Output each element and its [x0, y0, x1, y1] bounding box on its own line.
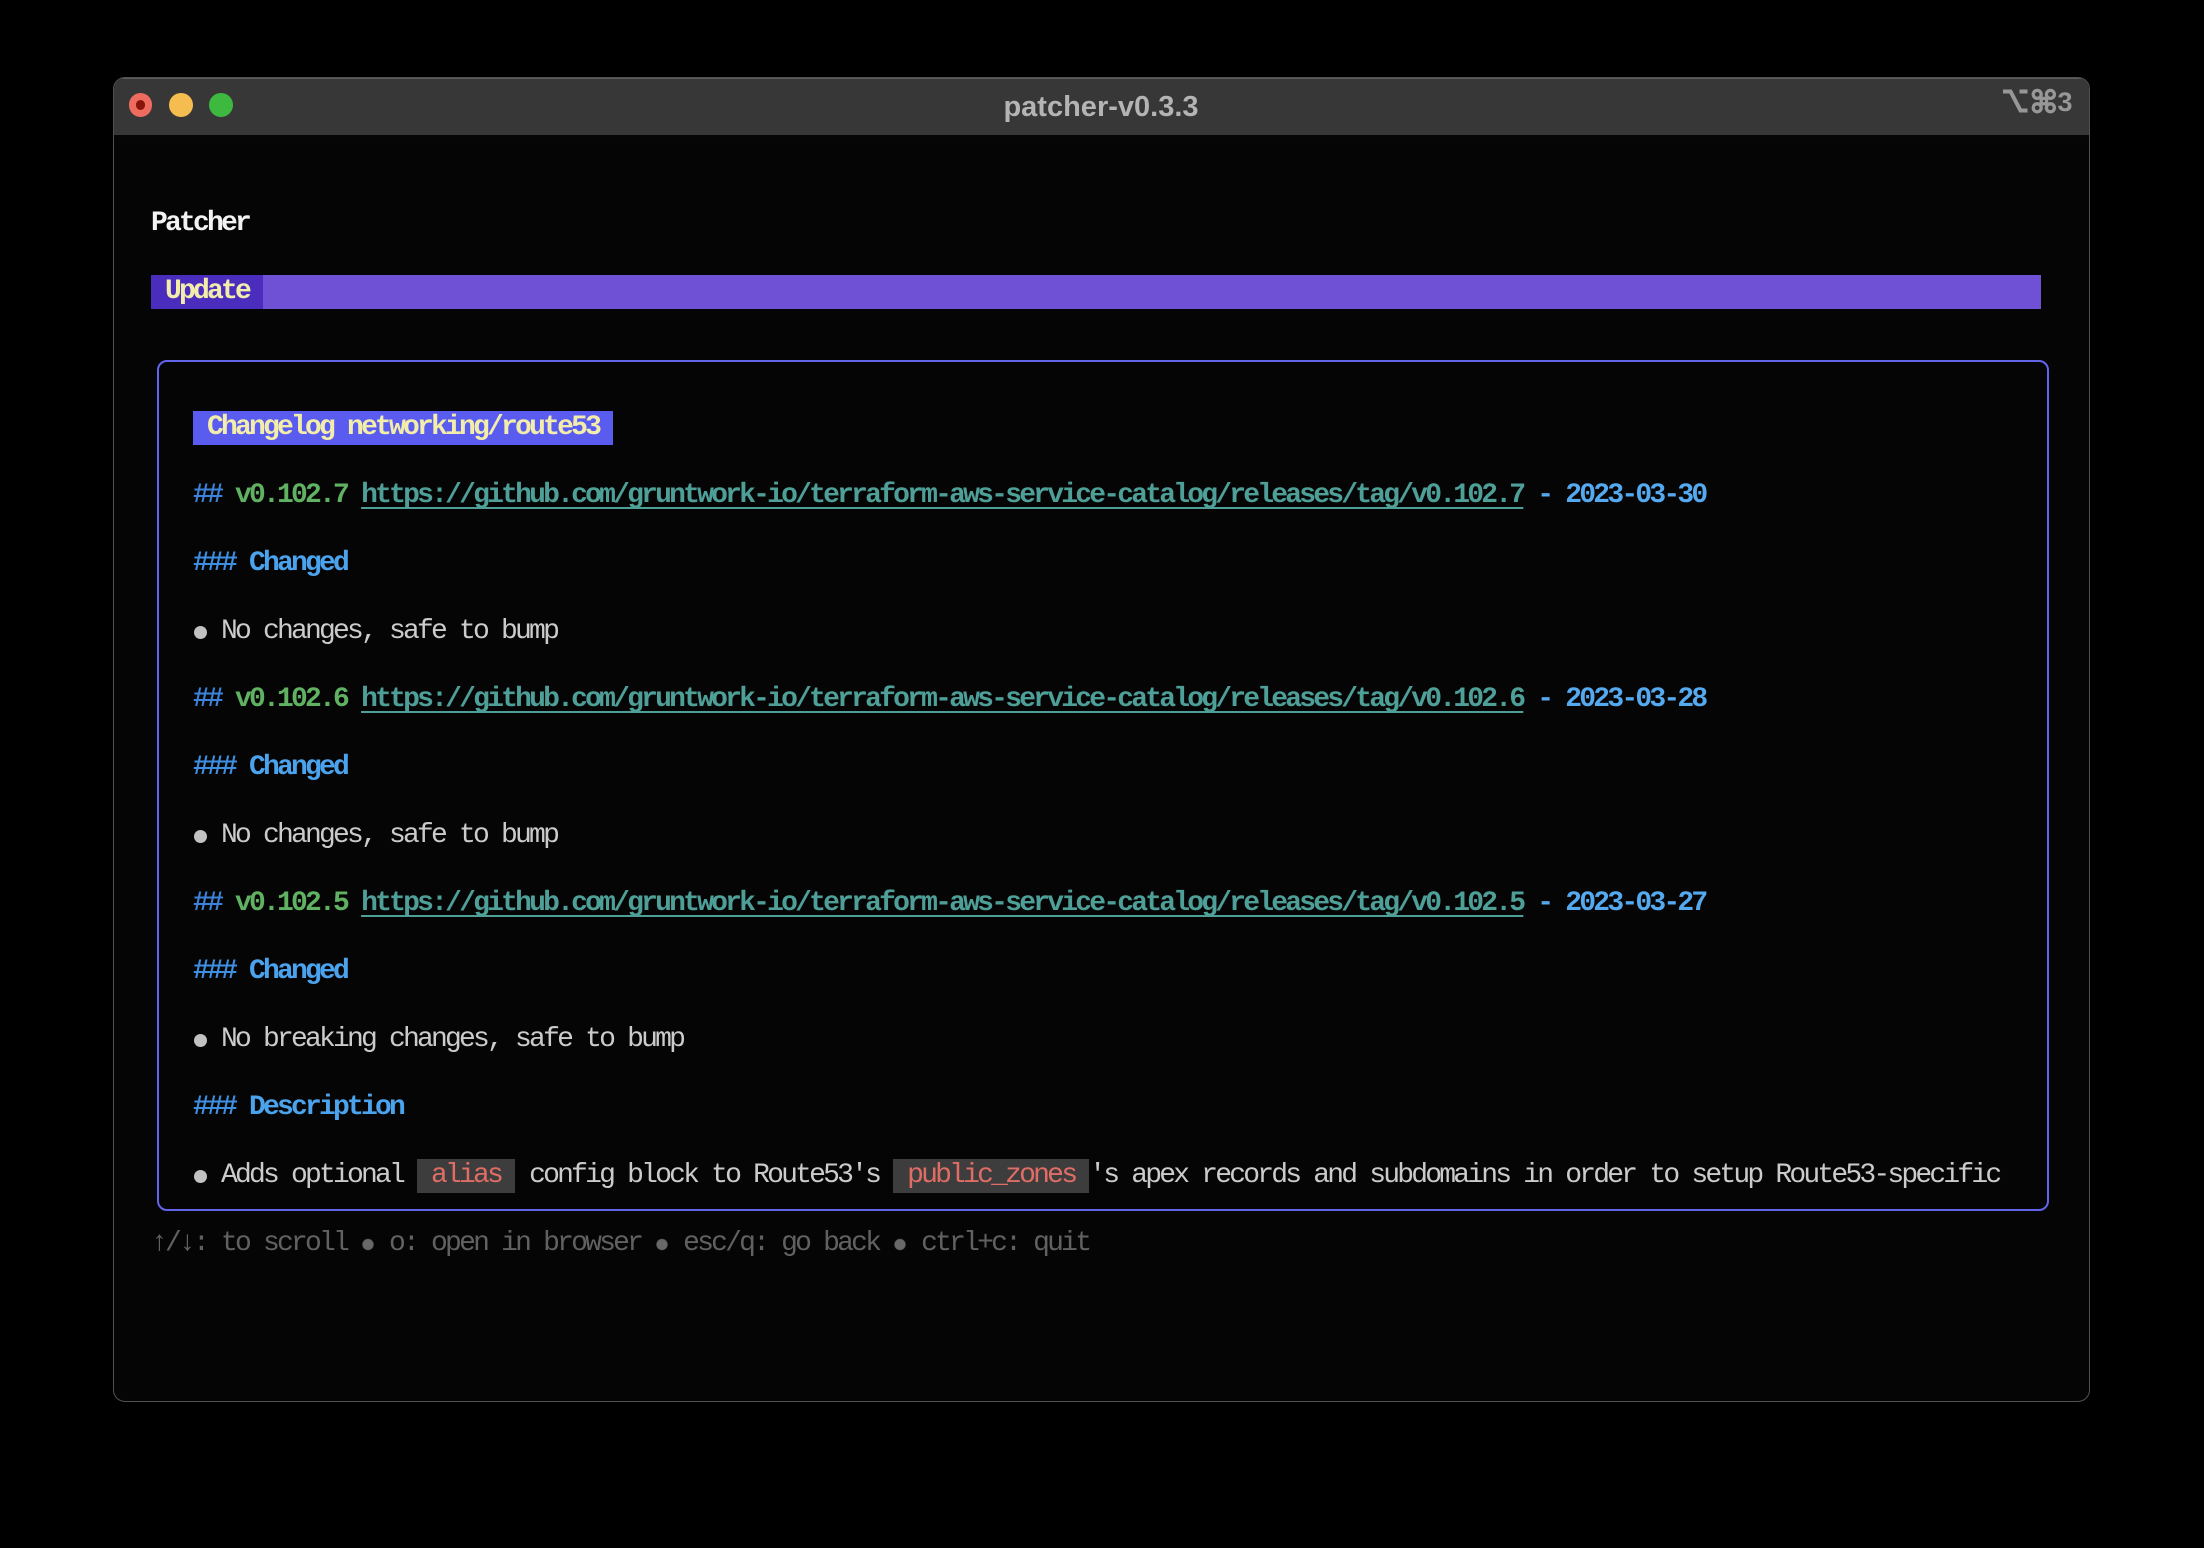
svg-text:3: 3: [2057, 87, 2072, 117]
